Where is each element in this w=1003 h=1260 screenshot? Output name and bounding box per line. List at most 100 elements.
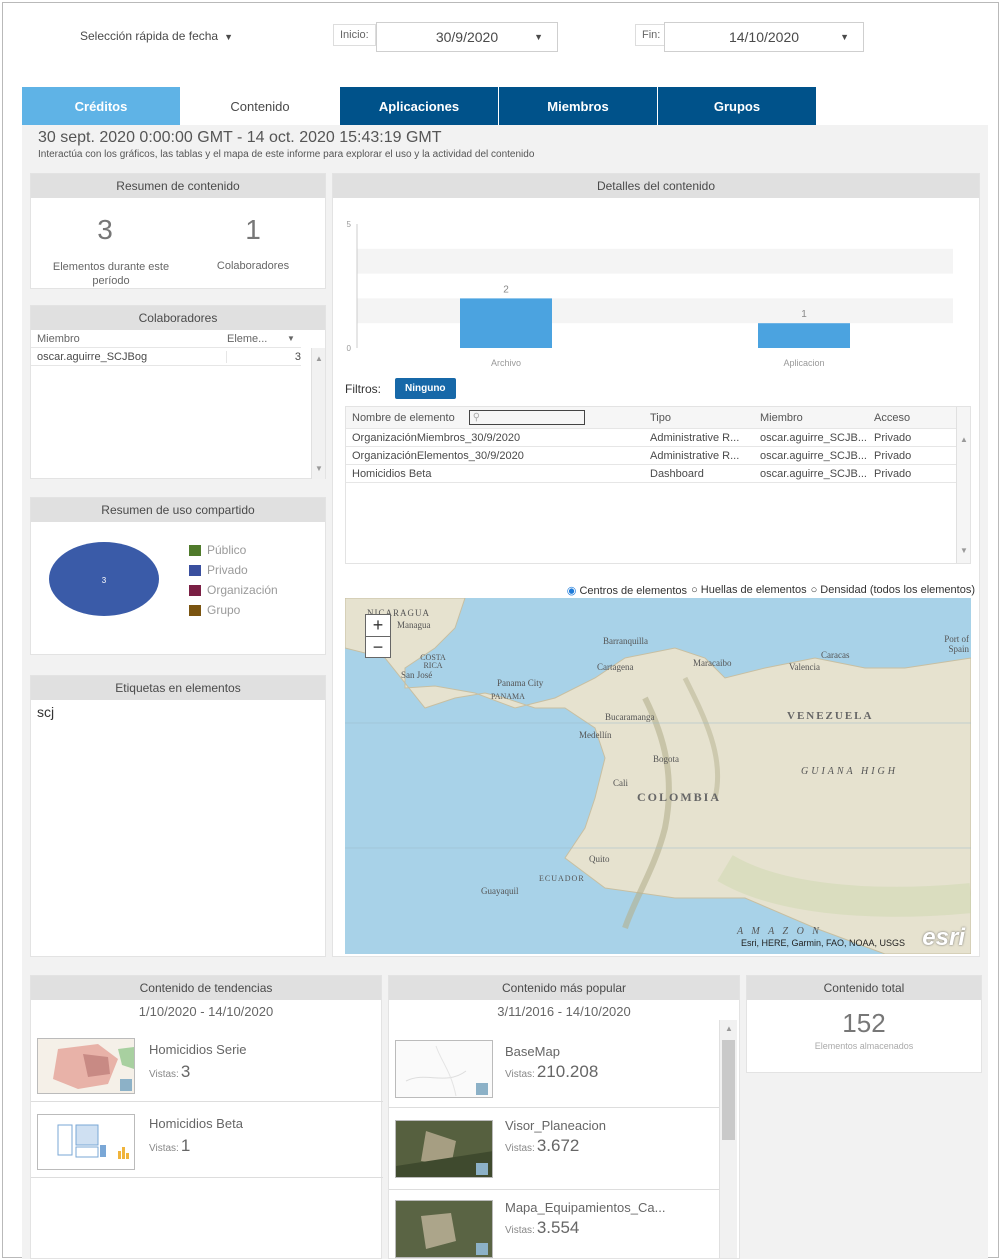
views-label: Vistas: <box>505 1143 535 1154</box>
item-title[interactable]: Mapa_Equipamientos_Ca... <box>505 1200 665 1215</box>
item-title[interactable]: Homicidios Serie <box>149 1042 247 1057</box>
report-window: Selección rápida de fecha ▼ Inicio: 30/9/… <box>2 2 999 1259</box>
quick-date-label: Selección rápida de fecha <box>80 29 219 43</box>
zoom-in-button[interactable]: + <box>365 614 391 636</box>
caret-down-icon: ▼ <box>224 32 234 42</box>
start-date-select[interactable]: 30/9/2020 ▼ <box>376 22 558 52</box>
legend-item[interactable]: Privado <box>189 560 278 580</box>
list-item[interactable]: Visor_Planeacion Vistas: 3.672 <box>389 1108 719 1190</box>
legend-item[interactable]: Público <box>189 540 278 560</box>
y-tick-label: 5 <box>347 220 352 229</box>
radio-icon: ○ <box>810 584 818 596</box>
radio-icon: ○ <box>691 584 698 596</box>
scrollbar-thumb[interactable] <box>722 1040 735 1140</box>
list-item[interactable]: Homicidios Serie Vistas: 3 <box>31 1026 383 1102</box>
sharing-pie-chart[interactable]: 3 <box>49 542 159 616</box>
map-label: VENEZUELA <box>787 710 874 722</box>
legend-item[interactable]: Grupo <box>189 600 278 620</box>
option-densidad[interactable]: ○ Densidad (todos los elementos) <box>811 584 975 597</box>
option-centros[interactable]: ◉ Centros de elementos <box>567 584 687 597</box>
bar-value-label: 2 <box>503 284 509 295</box>
map-attribution: Esri, HERE, Garmin, FAO, NOAA, USGS <box>740 938 905 948</box>
zoom-out-button[interactable]: − <box>365 636 391 658</box>
list-item[interactable]: Homicidios Beta Vistas: 1 <box>31 1102 383 1178</box>
item-views: Vistas: 3.554 <box>505 1218 579 1238</box>
report-tabs: Créditos Contenido Aplicaciones Miembros… <box>22 87 817 125</box>
x-tick-label: Aplicacion <box>783 358 824 368</box>
legend-swatch <box>189 544 201 556</box>
scroll-down-icon[interactable]: ▼ <box>960 546 968 555</box>
tag-item[interactable]: scj <box>31 700 325 724</box>
map-label: Quito <box>589 854 610 864</box>
column-member[interactable]: Miembro <box>37 333 227 345</box>
collaborators-scrollbar[interactable]: ▲ ▼ <box>311 348 325 479</box>
item-title[interactable]: Homicidios Beta <box>149 1116 243 1131</box>
legend-item[interactable]: Organización <box>189 580 278 600</box>
date-toolbar: Selección rápida de fecha ▼ Inicio: 30/9/… <box>3 3 998 73</box>
table-row[interactable]: OrganizaciónMiembros_30/9/2020 Administr… <box>346 429 970 447</box>
item-views: Vistas: 210.208 <box>505 1062 598 1082</box>
table-row[interactable]: OrganizaciónElementos_30/9/2020 Administ… <box>346 447 970 465</box>
content-details-panel: Detalles del contenido 0 5 2 Archivo 1 Aplica… <box>332 173 980 957</box>
name-cell: OrganizaciónMiembros_30/9/2020 <box>352 431 521 444</box>
column-access[interactable]: Acceso <box>870 412 940 424</box>
quick-date-dropdown[interactable]: Selección rápida de fecha ▼ <box>80 29 233 43</box>
scroll-down-icon[interactable]: ▼ <box>315 464 323 473</box>
option-huellas[interactable]: ○ Huellas de elementos <box>691 584 807 597</box>
report-subtitle: Interactúa con los gráficos, las tablas … <box>38 149 535 160</box>
panel-title: Detalles del contenido <box>333 174 979 198</box>
views-value: 3.554 <box>536 1218 580 1237</box>
column-type[interactable]: Tipo <box>646 412 756 424</box>
tab-contenido[interactable]: Contenido <box>181 87 339 125</box>
scroll-up-icon[interactable]: ▲ <box>315 354 323 363</box>
legend-label: Público <box>207 543 247 557</box>
content-type-bar-chart[interactable]: 0 5 2 Archivo 1 Aplicacion <box>343 214 963 374</box>
items-value: 3 <box>97 214 113 245</box>
legend-swatch <box>189 604 201 616</box>
details-scrollbar[interactable]: ▲ ▼ <box>956 407 970 563</box>
type-cell: Dashboard <box>650 467 704 480</box>
grid-band <box>357 248 953 274</box>
panel-title: Etiquetas en elementos <box>31 676 325 700</box>
legend-swatch <box>189 564 201 576</box>
scroll-up-icon[interactable]: ▲ <box>960 435 968 444</box>
legend-label: Organización <box>207 583 278 597</box>
table-row[interactable]: oscar.aguirre_SCJBog 3 <box>31 348 301 366</box>
popular-scrollbar[interactable]: ▲ <box>719 1020 737 1258</box>
table-row[interactable]: Homicidios Beta Dashboard oscar.aguirre_… <box>346 465 970 483</box>
total-label: Elementos almacenados <box>814 1041 914 1051</box>
views-label: Vistas: <box>505 1225 535 1236</box>
column-member[interactable]: Miembro <box>756 412 870 424</box>
contributors-value: 1 <box>245 214 261 245</box>
collaborators-panel: Colaboradores Miembro Eleme... ▼ oscar.a… <box>30 305 326 479</box>
map-label: Panama City <box>497 678 544 688</box>
filter-none-chip[interactable]: Ninguno <box>395 378 456 399</box>
tab-creditos[interactable]: Créditos <box>22 87 180 125</box>
content-map[interactable]: NICARAGUA Managua COSTA RICA San José Pa… <box>345 598 971 954</box>
popular-content-panel: Contenido más popular 3/11/2016 - 14/10/… <box>388 975 740 1259</box>
legend-label: Privado <box>207 563 248 577</box>
item-title[interactable]: Visor_Planeacion <box>505 1118 606 1133</box>
scroll-up-icon[interactable]: ▲ <box>725 1024 733 1033</box>
end-date-value: 14/10/2020 <box>728 29 800 45</box>
list-item[interactable]: BaseMap Vistas: 210.208 <box>389 1026 719 1108</box>
item-title[interactable]: BaseMap <box>505 1044 560 1059</box>
map-label: Maracaibo <box>693 658 732 668</box>
list-item[interactable]: Mapa_Equipamientos_Ca... Vistas: 3.554 <box>389 1190 719 1260</box>
bar[interactable] <box>460 298 552 348</box>
map-label: Cartagena <box>597 662 634 672</box>
content-summary-panel: Resumen de contenido 3 Elementos durante… <box>30 173 326 289</box>
tab-grupos[interactable]: Grupos <box>658 87 816 125</box>
column-elements[interactable]: Eleme... <box>227 333 287 345</box>
search-input[interactable]: ⚲ <box>468 410 585 425</box>
tab-aplicaciones[interactable]: Aplicaciones <box>340 87 498 125</box>
tab-miembros[interactable]: Miembros <box>499 87 657 125</box>
y-tick-label: 0 <box>347 344 352 353</box>
map-label: Guayaquil <box>481 886 519 896</box>
sort-icon[interactable]: ▼ <box>287 334 295 343</box>
map-label: COSTA RICA <box>420 653 446 670</box>
bar[interactable] <box>758 323 850 348</box>
column-name[interactable]: Nombre de elemento ⚲ <box>346 410 646 425</box>
end-date-select[interactable]: 14/10/2020 ▼ <box>664 22 864 52</box>
dropdown-arrow-icon: ▼ <box>840 32 849 42</box>
